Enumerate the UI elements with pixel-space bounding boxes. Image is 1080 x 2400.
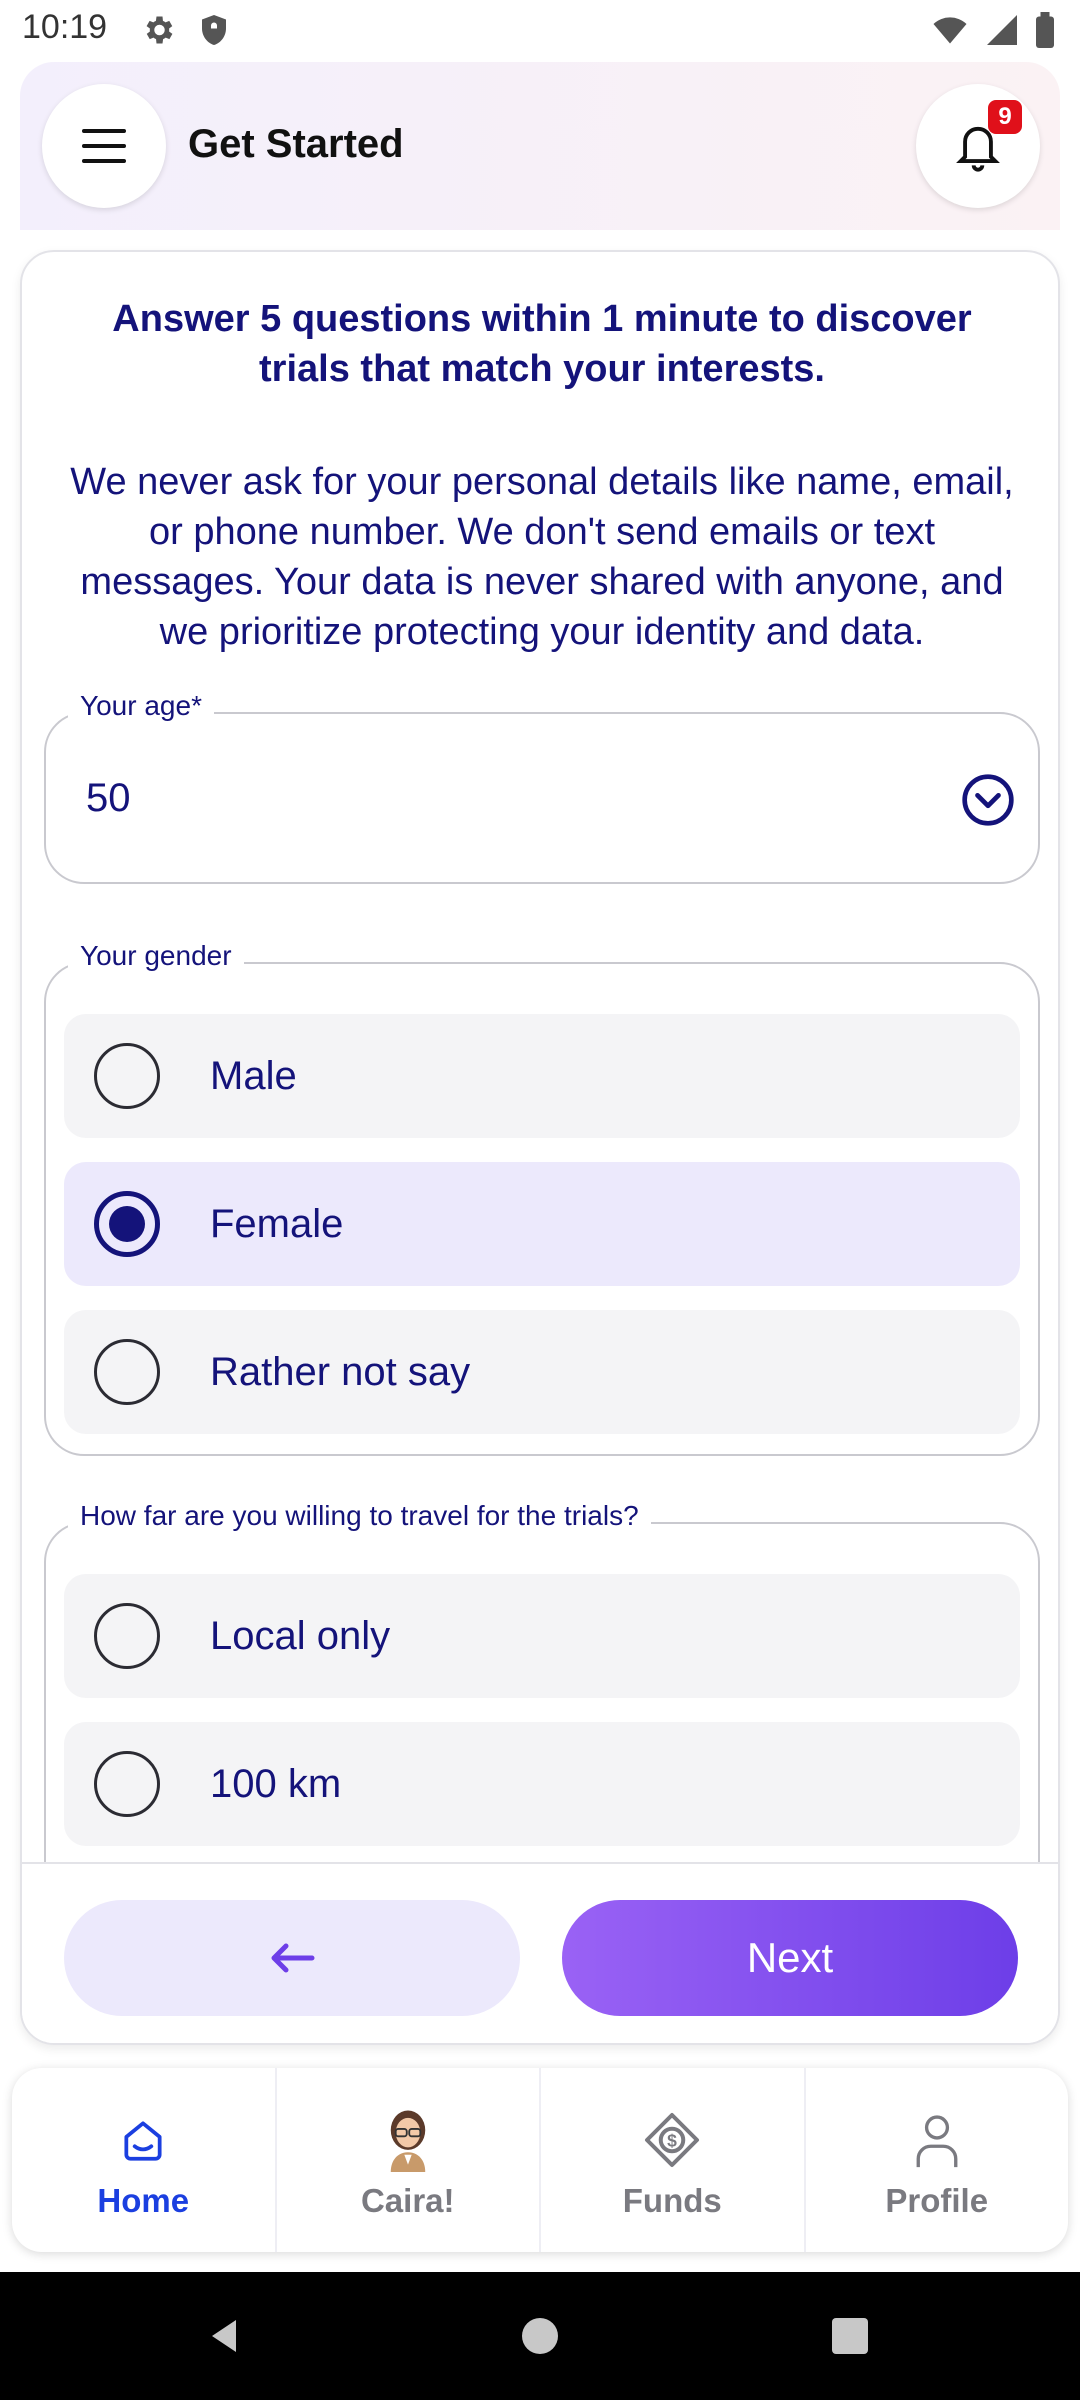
option-label: Local only <box>210 1614 391 1658</box>
radio-male[interactable] <box>94 1043 160 1109</box>
travel-option-100km[interactable]: 100 km <box>64 1722 1020 1846</box>
nav-item-caira[interactable]: Caira! <box>277 2068 541 2252</box>
profile-icon <box>916 2115 958 2168</box>
gender-option-male[interactable]: Male <box>64 1014 1020 1138</box>
age-select[interactable]: Your age* 50 <box>44 690 1040 884</box>
home-circle-icon[interactable] <box>520 2316 560 2356</box>
svg-text:$: $ <box>667 2130 677 2150</box>
intro-title: Answer 5 questions within 1 minute to di… <box>112 298 972 390</box>
gender-option-female[interactable]: Female <box>64 1162 1020 1286</box>
radio-rather-not-say[interactable] <box>94 1339 160 1405</box>
battery-icon <box>1036 12 1054 48</box>
signal-icon <box>987 15 1017 45</box>
option-label: 100 km <box>210 1762 342 1806</box>
questionnaire-card: Answer 5 questions within 1 minute to di… <box>20 250 1060 2045</box>
option-label: Rather not say <box>210 1350 471 1394</box>
hamburger-icon <box>82 129 126 163</box>
bottom-nav: Home Caira! $ Funds Profile <box>12 2068 1068 2252</box>
avatar-icon <box>390 2110 425 2172</box>
system-nav-bar <box>0 2272 1080 2400</box>
nav-label-caira: Caira! <box>360 2182 455 2219</box>
radio-local-only[interactable] <box>94 1603 160 1669</box>
privacy-text: We never ask for your personal details l… <box>70 461 1014 653</box>
funds-icon: $ <box>645 2113 700 2167</box>
gender-group: Your gender Male Female Rather not say <box>44 940 1040 1456</box>
nav-item-home[interactable]: Home <box>12 2068 277 2252</box>
nav-label-funds: Funds <box>622 2182 722 2219</box>
nav-label-profile: Profile <box>885 2182 989 2219</box>
recents-square-icon[interactable] <box>830 2316 870 2356</box>
back-button[interactable] <box>64 1900 520 2016</box>
radio-100km[interactable] <box>94 1751 160 1817</box>
menu-button[interactable] <box>42 84 166 208</box>
travel-option-local-only[interactable]: Local only <box>64 1574 1020 1698</box>
option-label: Female <box>210 1202 344 1246</box>
option-label: Male <box>210 1054 297 1098</box>
chevron-down-circle-icon[interactable] <box>960 772 1016 828</box>
status-time: 10:19 <box>22 8 108 46</box>
age-value: 50 <box>86 776 131 820</box>
gender-option-rather-not-say[interactable]: Rather not say <box>64 1310 1020 1434</box>
app-header: Get Started 9 <box>20 62 1060 230</box>
notification-badge: 9 <box>988 100 1022 134</box>
gender-label: Your gender <box>68 940 244 972</box>
travel-label: How far are you willing to travel for th… <box>68 1500 651 1532</box>
notifications-button[interactable]: 9 <box>916 84 1040 208</box>
wifi-icon <box>933 17 967 44</box>
radio-female[interactable] <box>94 1191 160 1257</box>
page-title: Get Started <box>188 122 404 166</box>
nav-item-profile[interactable]: Profile <box>806 2068 1069 2252</box>
next-button[interactable]: Next <box>562 1900 1018 2016</box>
back-triangle-icon[interactable] <box>204 2316 244 2356</box>
shield-icon <box>202 15 226 45</box>
nav-item-funds[interactable]: $ Funds <box>541 2068 806 2252</box>
arrow-left-icon <box>271 1943 315 1973</box>
card-footer: Next <box>22 1862 1058 2043</box>
status-bar: 10:19 <box>0 0 1080 62</box>
home-icon <box>124 2121 162 2161</box>
nav-label-home: Home <box>97 2182 190 2219</box>
age-label: Your age* <box>68 690 214 722</box>
gear-icon <box>146 16 173 44</box>
